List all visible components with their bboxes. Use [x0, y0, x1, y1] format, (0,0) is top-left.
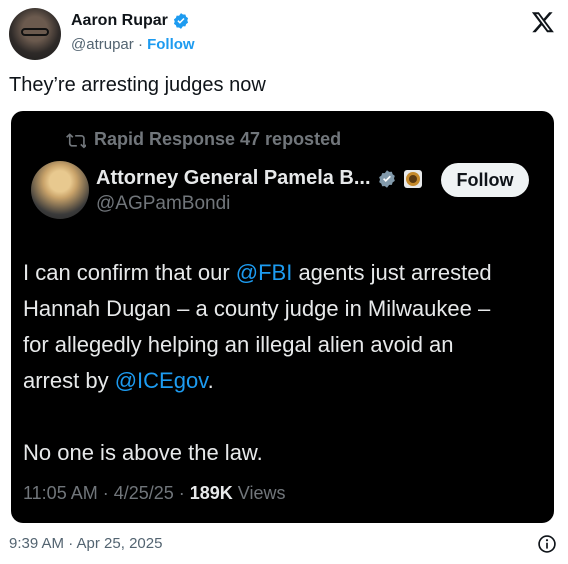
verified-gray-badge-icon	[378, 169, 395, 188]
views-label: Views	[232, 483, 286, 503]
author-name-row: Aaron Rupar	[71, 12, 190, 30]
author-display-name[interactable]: Aaron Rupar	[71, 12, 168, 30]
author-handle-row: @atrupar · Follow	[71, 36, 195, 53]
body-line-3: for allegedly helping an illegal alien a…	[23, 332, 454, 357]
follow-link[interactable]: Follow	[147, 36, 195, 53]
handle-separator: ·	[137, 36, 143, 53]
repost-text[interactable]: Rapid Response 47 reposted	[94, 129, 341, 150]
body-text: arrest by	[23, 368, 115, 393]
body-text: .	[207, 368, 214, 393]
quoted-tweet-meta: 11:05 AM · 4/25/25 · 189K Views	[23, 483, 286, 504]
quoted-timestamp[interactable]: 11:05 AM · 4/25/25 ·	[23, 483, 190, 503]
tweet-header: Aaron Rupar @atrupar · Follow	[9, 8, 559, 64]
verified-badge-icon	[173, 13, 188, 29]
quoted-author-handle[interactable]: @AGPamBondi	[96, 193, 230, 215]
author-handle[interactable]: @atrupar	[71, 36, 134, 53]
quoted-author-name-row: Attorney General Pamela B...	[96, 167, 423, 190]
quoted-tweet-card[interactable]: Rapid Response 47 reposted Attorney Gene…	[11, 111, 554, 523]
quoted-author-display-name[interactable]: Attorney General Pamela B...	[96, 167, 371, 190]
quoted-follow-button[interactable]: Follow	[441, 163, 529, 197]
x-logo-icon[interactable]	[531, 10, 555, 34]
body-line-4: arrest by @ICEgov.	[23, 363, 543, 399]
views-count: 189K	[189, 483, 233, 503]
tweet-text: They’re arresting judges now	[9, 74, 266, 96]
mention-icegov[interactable]: @ICEgov	[115, 368, 208, 393]
mention-fbi[interactable]: @FBI	[236, 260, 293, 285]
info-icon[interactable]	[537, 534, 557, 554]
body-line-1: I can confirm that our @FBI agents just …	[23, 255, 543, 291]
tweet-timestamp[interactable]: 9:39 AM · Apr 25, 2025	[9, 535, 162, 552]
body-text: agents just arrested	[292, 260, 492, 285]
quoted-tweet-body: I can confirm that our @FBI agents just …	[23, 255, 543, 471]
repost-icon	[66, 132, 86, 148]
author-avatar[interactable]	[9, 8, 61, 60]
quoted-author-avatar[interactable]	[31, 161, 89, 219]
repost-indicator: Rapid Response 47 reposted	[66, 129, 341, 150]
body-text: I can confirm that our	[23, 260, 236, 285]
body-line-5: No one is above the law.	[23, 440, 263, 465]
government-seal-icon	[403, 169, 422, 188]
avatar-glasses	[21, 28, 49, 36]
body-line-2: Hannah Dugan – a county judge in Milwauk…	[23, 296, 491, 321]
